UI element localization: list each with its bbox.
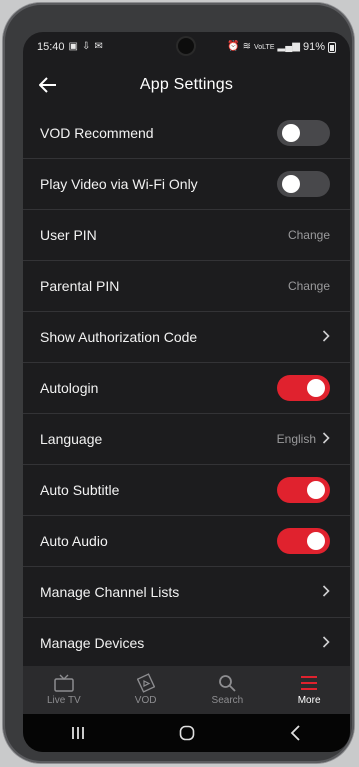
setting-control (277, 477, 330, 503)
gallery-notification-icon: ▣ (68, 41, 78, 52)
setting-label: Show Authorization Code (40, 329, 198, 345)
network-type-label: VoLTE (254, 43, 275, 51)
nav-item-label: Live TV (47, 695, 81, 706)
setting-row-manage-devices[interactable]: Manage Devices (23, 618, 350, 669)
chevron-right-icon (322, 584, 330, 600)
setting-row-manage-channel-lists[interactable]: Manage Channel Lists (23, 567, 350, 618)
setting-label: Auto Audio (40, 533, 108, 549)
screen: 15:40 ▣ ⇩ ✉ ⏰ ≋ VoLTE ▂▄▆ 91% App Settin… (23, 32, 350, 752)
home-button[interactable] (157, 718, 217, 748)
message-notification-icon: ✉ (94, 41, 103, 52)
bottom-nav: Live TV VOD Search More (23, 666, 350, 714)
setting-control (277, 375, 330, 401)
download-notification-icon: ⇩ (81, 41, 91, 52)
toggle-switch[interactable] (277, 120, 330, 146)
setting-label: VOD Recommend (40, 125, 154, 141)
battery-icon (328, 41, 336, 53)
setting-control (277, 528, 330, 554)
settings-list: VOD Recommend Play Video via Wi-Fi Only Us… (23, 108, 350, 669)
change-link[interactable]: Change (288, 228, 330, 242)
app-header: App Settings (23, 62, 350, 108)
toggle-knob (282, 124, 300, 142)
setting-control (322, 635, 330, 651)
setting-label: User PIN (40, 227, 97, 243)
tv-icon (53, 674, 75, 692)
nav-item-search[interactable]: Search (187, 666, 269, 714)
setting-label: Auto Subtitle (40, 482, 120, 498)
toggle-switch[interactable] (277, 375, 330, 401)
nav-item-live-tv[interactable]: Live TV (23, 666, 105, 714)
setting-row-play-video-via-wi-fi-only[interactable]: Play Video via Wi-Fi Only (23, 159, 350, 210)
setting-label: Manage Channel Lists (40, 584, 180, 600)
setting-label: Language (40, 431, 103, 447)
toggle-switch[interactable] (277, 171, 330, 197)
battery-percent: 91% (302, 41, 325, 53)
setting-control (277, 171, 330, 197)
setting-control (322, 584, 330, 600)
back-arrow-icon[interactable] (35, 73, 61, 97)
toggle-switch[interactable] (277, 528, 330, 554)
chevron-right-icon (322, 431, 330, 447)
nav-item-label: More (297, 695, 321, 706)
setting-row-parental-pin[interactable]: Parental PIN Change (23, 261, 350, 312)
search-icon (216, 674, 238, 692)
wifi-icon: ≋ (242, 41, 251, 52)
status-right: ⏰ ≋ VoLTE ▂▄▆ 91% (227, 41, 336, 53)
toggle-switch[interactable] (277, 477, 330, 503)
nav-item-vod[interactable]: VOD (105, 666, 187, 714)
toggle-knob (282, 175, 300, 193)
system-nav-bar (23, 714, 350, 752)
setting-row-show-authorization-code[interactable]: Show Authorization Code (23, 312, 350, 363)
nav-item-more[interactable]: More (268, 666, 350, 714)
setting-label: Manage Devices (40, 635, 145, 651)
vod-icon (135, 673, 157, 693)
setting-value: English (276, 432, 316, 446)
phone-frame: 15:40 ▣ ⇩ ✉ ⏰ ≋ VoLTE ▂▄▆ 91% App Settin… (3, 3, 354, 763)
nav-item-label: VOD (134, 695, 157, 706)
setting-label: Parental PIN (40, 278, 120, 294)
setting-label: Autologin (40, 380, 99, 396)
page-title: App Settings (139, 76, 234, 93)
back-button[interactable] (266, 718, 326, 748)
status-left: 15:40 ▣ ⇩ ✉ (37, 41, 103, 53)
setting-row-auto-audio[interactable]: Auto Audio (23, 516, 350, 567)
toggle-knob (307, 379, 325, 397)
nav-item-label: Search (211, 695, 244, 706)
chevron-right-icon (322, 635, 330, 651)
setting-row-user-pin[interactable]: User PIN Change (23, 210, 350, 261)
setting-control: Change (288, 279, 330, 293)
setting-row-autologin[interactable]: Autologin (23, 363, 350, 414)
setting-control (322, 329, 330, 345)
recent-apps-button[interactable] (48, 718, 108, 748)
setting-row-language[interactable]: Language English (23, 414, 350, 465)
change-link[interactable]: Change (288, 279, 330, 293)
toggle-knob (307, 481, 325, 499)
setting-control: Change (288, 228, 330, 242)
chevron-right-icon (322, 329, 330, 345)
front-camera (178, 38, 194, 54)
setting-row-vod-recommend[interactable]: VOD Recommend (23, 108, 350, 159)
alarm-icon: ⏰ (227, 41, 240, 52)
toggle-knob (307, 532, 325, 550)
setting-label: Play Video via Wi-Fi Only (40, 176, 198, 192)
signal-icon: ▂▄▆ (277, 41, 300, 52)
setting-control: English (276, 431, 330, 447)
menu-icon (298, 674, 320, 692)
status-time: 15:40 (37, 41, 65, 53)
setting-row-auto-subtitle[interactable]: Auto Subtitle (23, 465, 350, 516)
setting-control (277, 120, 330, 146)
